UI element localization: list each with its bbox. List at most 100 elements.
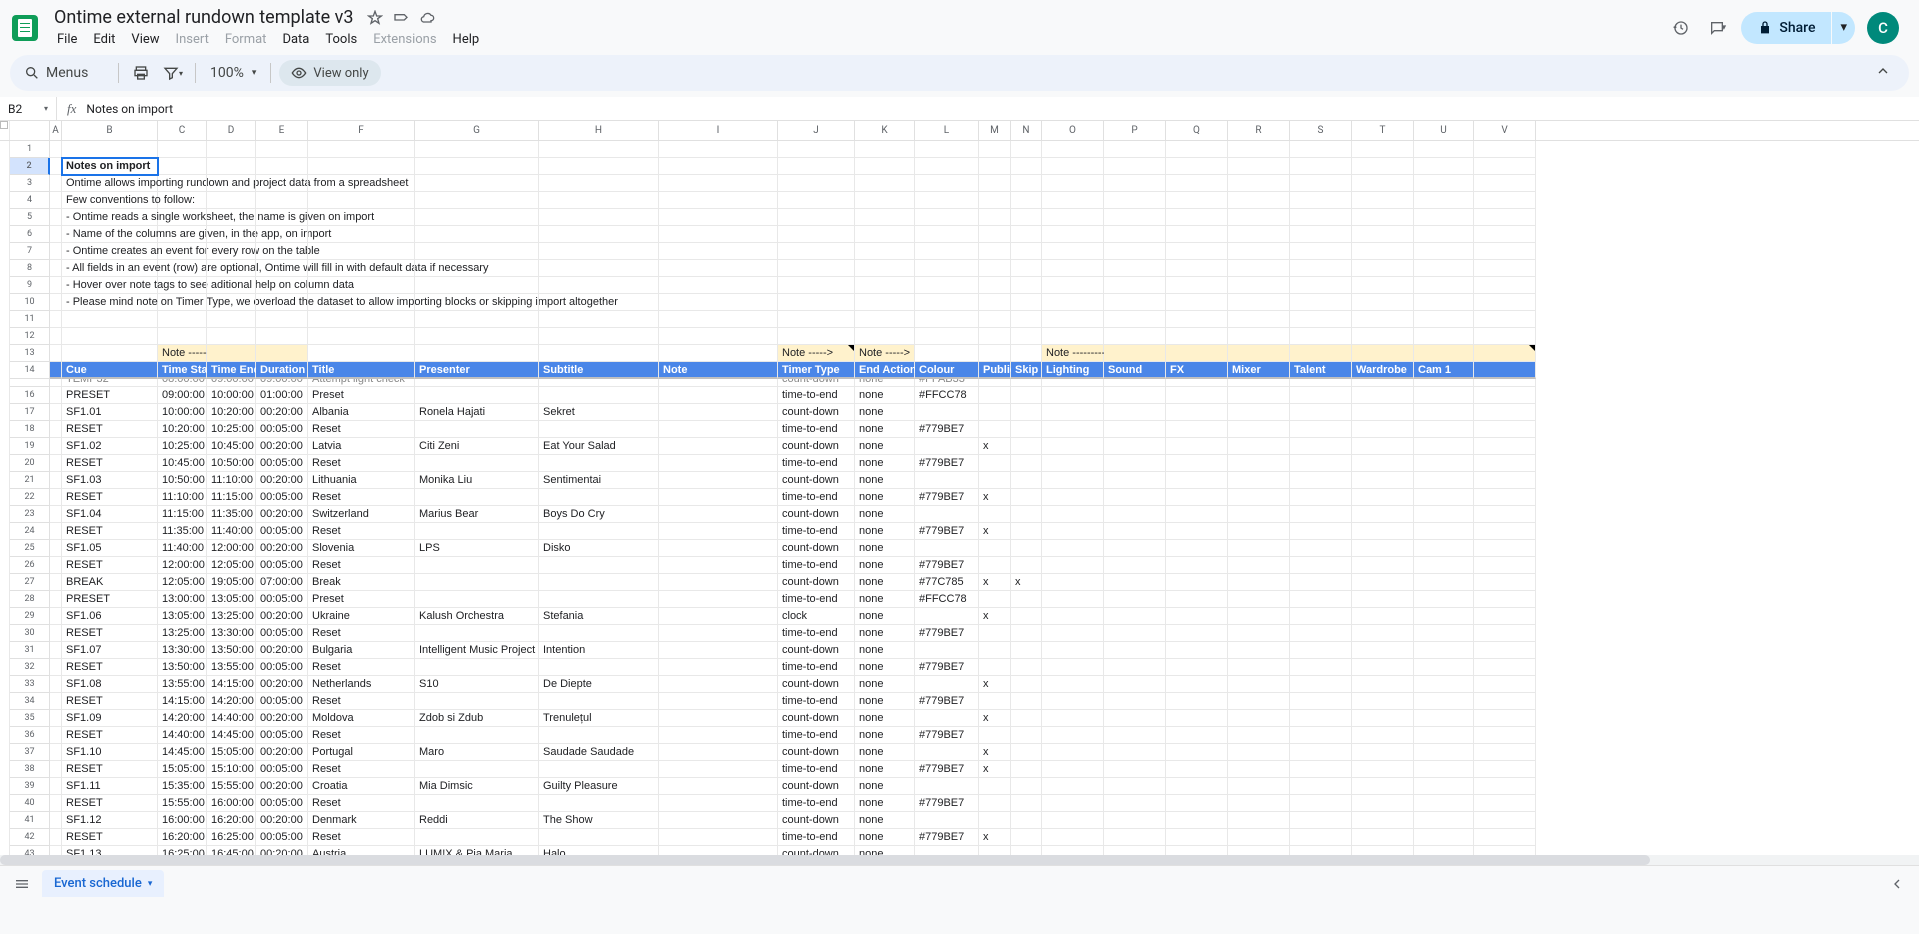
cell[interactable]: count-down (778, 812, 855, 829)
cell[interactable] (659, 489, 778, 506)
cell[interactable]: - Hover over note tags to see aditional … (62, 277, 158, 294)
cell[interactable] (1474, 175, 1536, 192)
cell[interactable] (1474, 277, 1536, 294)
cell[interactable] (979, 277, 1011, 294)
cell[interactable] (855, 277, 915, 294)
all-sheets-button[interactable] (8, 870, 36, 898)
cell[interactable] (256, 311, 308, 328)
cell[interactable] (1042, 277, 1104, 294)
cell[interactable] (1104, 523, 1166, 540)
cell[interactable] (1352, 625, 1414, 642)
cell[interactable] (1474, 294, 1536, 311)
cell[interactable]: x (979, 710, 1011, 727)
cell[interactable]: time-to-end (778, 625, 855, 642)
cell[interactable] (1414, 795, 1474, 812)
cell[interactable]: Trenulețul (539, 710, 659, 727)
cell[interactable]: 14:20:00 (158, 710, 207, 727)
cell[interactable] (539, 226, 659, 243)
cell[interactable] (915, 710, 979, 727)
cell[interactable] (207, 311, 256, 328)
filter-button[interactable]: ▾ (159, 59, 187, 87)
cell[interactable]: Marius Bear (415, 506, 539, 523)
cell[interactable]: 13:25:00 (158, 625, 207, 642)
cell[interactable]: none (855, 523, 915, 540)
cell[interactable] (1166, 642, 1228, 659)
cell[interactable] (1104, 158, 1166, 175)
cell[interactable] (308, 328, 415, 345)
cell[interactable]: Preset (308, 591, 415, 608)
cell[interactable]: RESET (62, 625, 158, 642)
cell[interactable] (50, 489, 62, 506)
cell[interactable] (1228, 158, 1290, 175)
cell[interactable]: Intention (539, 642, 659, 659)
cell[interactable] (1290, 158, 1352, 175)
row-header[interactable]: 24 (10, 523, 50, 540)
cell[interactable] (207, 175, 256, 192)
cell[interactable] (1166, 761, 1228, 778)
col-header[interactable]: I (659, 121, 778, 140)
cell[interactable] (1352, 489, 1414, 506)
cell[interactable]: none (855, 795, 915, 812)
cell[interactable] (1166, 328, 1228, 345)
cell[interactable] (659, 345, 778, 362)
cell[interactable] (855, 158, 915, 175)
cell[interactable] (1474, 574, 1536, 591)
cell[interactable] (659, 387, 778, 404)
cell[interactable] (979, 846, 1011, 855)
cell[interactable] (1352, 141, 1414, 158)
cell[interactable]: time-to-end (778, 489, 855, 506)
cell[interactable]: Reset (308, 761, 415, 778)
cell[interactable] (1042, 557, 1104, 574)
cell[interactable]: 00:20:00 (256, 778, 308, 795)
cell[interactable] (915, 472, 979, 489)
cell[interactable] (50, 277, 62, 294)
cell[interactable]: SF1.12 (62, 812, 158, 829)
cell[interactable] (1474, 676, 1536, 693)
cell[interactable] (1474, 379, 1536, 387)
cell[interactable] (1042, 761, 1104, 778)
cell[interactable] (659, 676, 778, 693)
cell[interactable]: Disko (539, 540, 659, 557)
cell[interactable] (207, 209, 256, 226)
cell[interactable] (1352, 540, 1414, 557)
cell[interactable] (308, 158, 415, 175)
cell[interactable] (659, 574, 778, 591)
cell[interactable] (415, 455, 539, 472)
cell[interactable] (915, 404, 979, 421)
cell[interactable] (979, 540, 1011, 557)
cell[interactable]: 00:20:00 (256, 846, 308, 855)
cell[interactable] (659, 226, 778, 243)
cell[interactable] (1290, 846, 1352, 855)
cell[interactable] (539, 489, 659, 506)
cell[interactable]: Note -----> (778, 345, 855, 362)
cell[interactable]: x (979, 489, 1011, 506)
cell[interactable] (979, 472, 1011, 489)
cell[interactable] (1166, 506, 1228, 523)
col-header[interactable]: P (1104, 121, 1166, 140)
cell[interactable]: 10:20:00 (207, 404, 256, 421)
cell[interactable]: count-down (778, 404, 855, 421)
cell[interactable] (1290, 693, 1352, 710)
cell[interactable]: Reset (308, 421, 415, 438)
cell[interactable]: Netherlands (308, 676, 415, 693)
cell[interactable] (50, 608, 62, 625)
move-icon[interactable] (392, 9, 410, 27)
cell[interactable] (539, 625, 659, 642)
cell[interactable] (1414, 421, 1474, 438)
cell[interactable] (1011, 591, 1042, 608)
col-header[interactable]: M (979, 121, 1011, 140)
cell[interactable] (1474, 846, 1536, 855)
cell[interactable]: Reset (308, 489, 415, 506)
cell[interactable] (1166, 829, 1228, 846)
cell[interactable] (1228, 625, 1290, 642)
cell[interactable] (855, 328, 915, 345)
cell[interactable] (659, 591, 778, 608)
cell[interactable] (1290, 744, 1352, 761)
cell[interactable] (1290, 294, 1352, 311)
cell[interactable]: Moldova (308, 710, 415, 727)
cell[interactable]: time-to-end (778, 455, 855, 472)
cell[interactable] (1474, 438, 1536, 455)
cell[interactable] (1011, 489, 1042, 506)
cell[interactable] (979, 379, 1011, 387)
horizontal-scrollbar[interactable] (0, 855, 1919, 865)
